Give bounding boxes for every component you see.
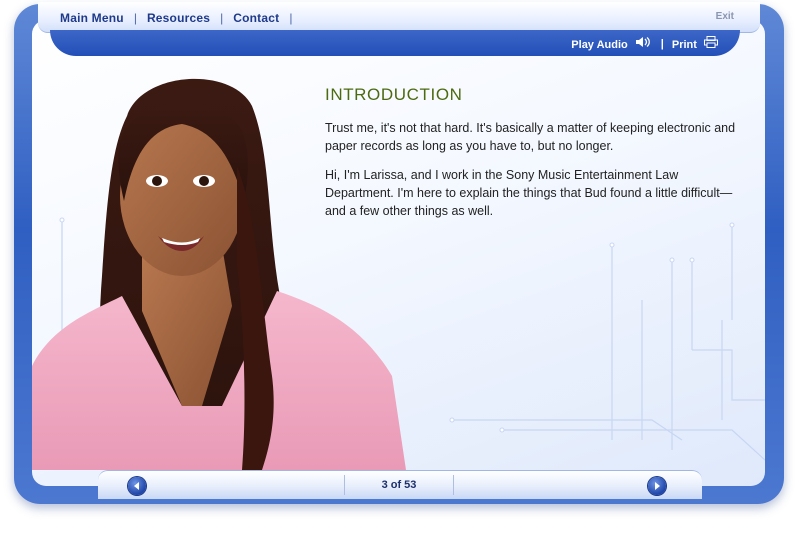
nav-main-menu[interactable]: Main Menu	[60, 11, 124, 25]
tools-group: Play Audio | Print	[571, 36, 718, 51]
main-nav: Main Menu | Resources | Contact |	[60, 11, 302, 25]
tools-separator: |	[660, 37, 664, 50]
nav-contact[interactable]: Contact	[233, 11, 279, 25]
top-navigation-bar: Main Menu | Resources | Contact | Exit	[38, 2, 760, 33]
print-label: Print	[671, 39, 697, 51]
print-button[interactable]: Print	[672, 36, 718, 51]
play-audio-button[interactable]: Play Audio	[571, 36, 653, 51]
arrow-right-icon	[655, 482, 660, 490]
nav-separator: |	[133, 11, 137, 25]
exit-button[interactable]: Exit	[716, 11, 734, 22]
next-button[interactable]	[648, 477, 666, 495]
nav-separator: |	[289, 11, 293, 25]
intro-paragraph-2: Hi, I'm Larissa, and I work in the Sony …	[325, 168, 733, 218]
tools-bar: Play Audio | Print	[50, 30, 740, 56]
previous-button[interactable]	[128, 477, 146, 495]
arrow-left-icon	[134, 482, 139, 490]
printer-icon	[704, 36, 718, 48]
bottom-navigation-bar: 3 of 53	[98, 470, 702, 499]
page-title: INTRODUCTION	[325, 85, 463, 104]
nav-resources[interactable]: Resources	[147, 11, 210, 25]
nav-separator: |	[220, 11, 224, 25]
page-counter: 3 of 53	[344, 475, 454, 495]
intro-paragraph-1: Trust me, it's not that hard. It's basic…	[325, 121, 736, 153]
play-audio-label: Play Audio	[571, 39, 628, 51]
speaker-icon	[635, 37, 650, 47]
intro-content: INTRODUCTION Trust me, it's not that har…	[325, 85, 750, 231]
